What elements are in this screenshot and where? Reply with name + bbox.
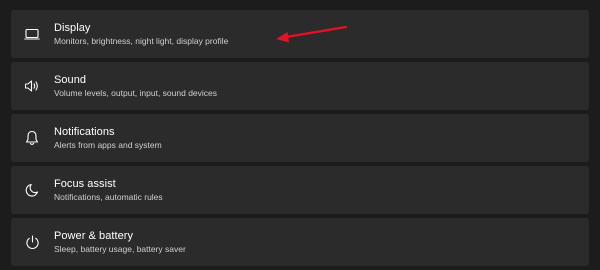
- settings-item-subtitle: Monitors, brightness, night light, displ…: [54, 36, 229, 46]
- settings-item-focus-assist[interactable]: Focus assist Notifications, automatic ru…: [11, 166, 589, 214]
- settings-item-title: Sound: [54, 74, 87, 86]
- settings-item-title: Notifications: [54, 126, 115, 138]
- settings-page: Display Monitors, brightness, night ligh…: [0, 0, 600, 270]
- moon-icon: [23, 181, 41, 199]
- settings-item-title: Display: [54, 22, 91, 34]
- bell-icon: [23, 129, 41, 147]
- settings-item-notifications[interactable]: Notifications Alerts from apps and syste…: [11, 114, 589, 162]
- settings-item-subtitle: Volume levels, output, input, sound devi…: [54, 88, 218, 98]
- settings-list: Display Monitors, brightness, night ligh…: [11, 10, 589, 266]
- settings-item-title: Power & battery: [54, 230, 134, 242]
- settings-item-sound[interactable]: Sound Volume levels, output, input, soun…: [11, 62, 589, 110]
- red-arrow-icon: [276, 25, 348, 43]
- settings-item-subtitle: Alerts from apps and system: [54, 140, 162, 150]
- settings-item-subtitle: Notifications, automatic rules: [54, 192, 163, 202]
- laptop-icon: [23, 25, 41, 43]
- settings-item-title: Focus assist: [54, 178, 116, 190]
- speaker-icon: [23, 77, 41, 95]
- settings-item-power-battery[interactable]: Power & battery Sleep, battery usage, ba…: [11, 218, 589, 266]
- settings-item-subtitle: Sleep, battery usage, battery saver: [54, 244, 186, 254]
- power-icon: [23, 233, 41, 251]
